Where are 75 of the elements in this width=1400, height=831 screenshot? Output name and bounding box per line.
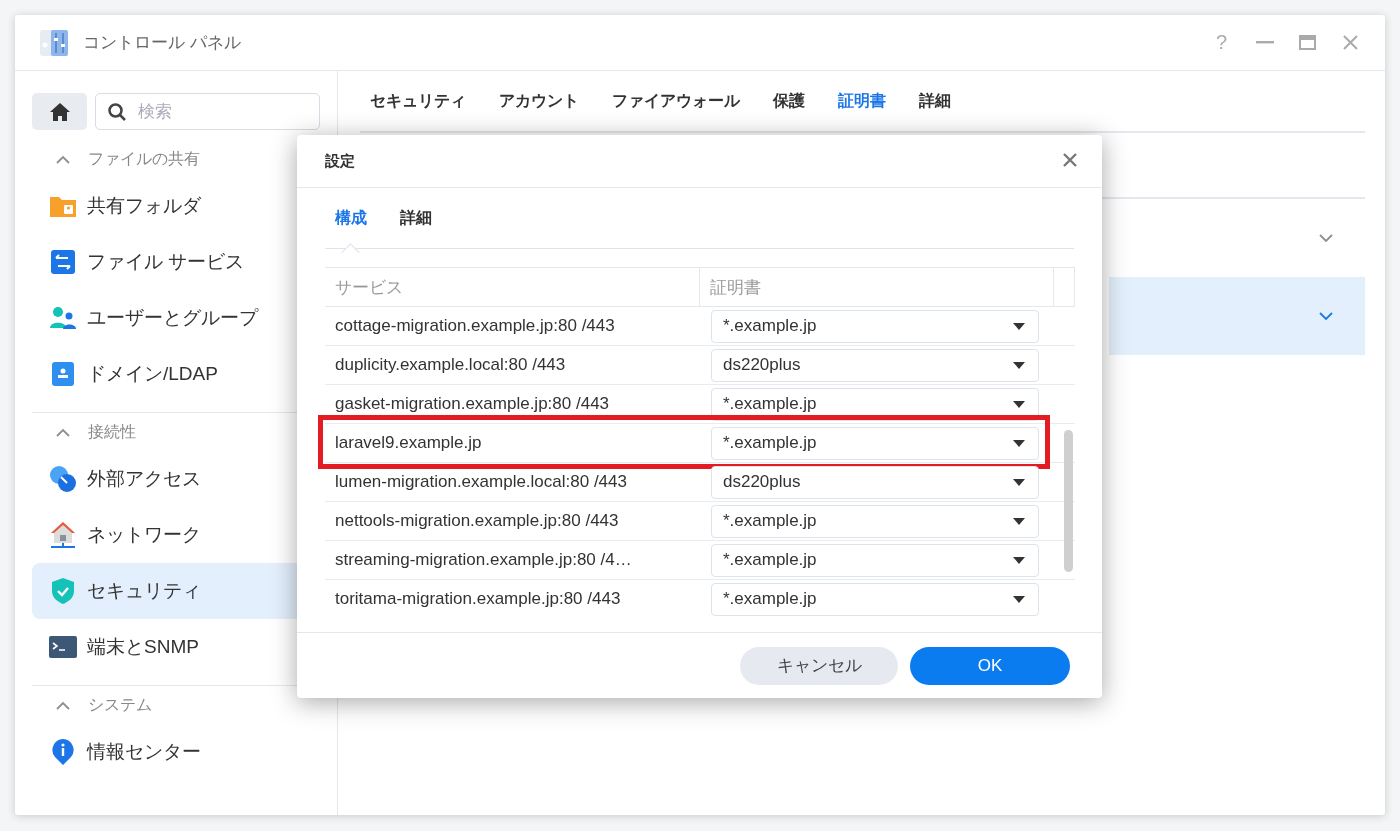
tab[interactable]: ファイアウォール: [612, 90, 740, 112]
scrollbar-thumb[interactable]: [1064, 430, 1073, 572]
search-placeholder: 検索: [138, 101, 172, 123]
column-header: サービス: [325, 268, 700, 306]
sidebar-item[interactable]: 情報センター: [32, 724, 297, 780]
certificate-dropdown[interactable]: ds220plus: [711, 465, 1039, 499]
caret-down-icon: [1013, 517, 1025, 525]
cancel-button[interactable]: キャンセル: [740, 646, 898, 685]
home-icon: [49, 102, 70, 121]
sidebar-item[interactable]: ユーザーとグループ: [32, 290, 297, 346]
close-icon: [1343, 35, 1358, 50]
tab[interactable]: 証明書: [838, 90, 886, 112]
arrows-icon: [49, 249, 77, 275]
caret-down-icon: [1013, 322, 1025, 330]
tab[interactable]: セキュリティ: [370, 90, 466, 112]
maximize-button[interactable]: [1297, 32, 1318, 53]
table-cell-text: laravel9.example.jp: [334, 433, 483, 453]
certificate-dropdown[interactable]: *.example.jp: [711, 426, 1039, 460]
caret-down-icon: [1013, 556, 1025, 564]
chevron-down-icon: [1319, 311, 1333, 321]
caret-down-icon: [1013, 400, 1025, 408]
chevron-up-icon[interactable]: [56, 700, 70, 710]
tab[interactable]: アカウント: [499, 90, 579, 112]
caret-down-icon: [1013, 439, 1025, 447]
tab[interactable]: 保護: [773, 90, 805, 112]
window-title: コントロール パネル: [83, 32, 241, 54]
info-icon: [49, 738, 77, 766]
section-header[interactable]: ファイルの共有: [88, 148, 200, 170]
section-header[interactable]: 接続性: [88, 421, 136, 443]
table-cell-text: lumen-migration.example.local:80 /443: [334, 472, 628, 492]
contact-card-icon: [49, 361, 77, 387]
certificate-dropdown[interactable]: *.example.jp: [711, 543, 1039, 577]
users-icon: [49, 306, 77, 330]
certificate-dropdown[interactable]: *.example.jp: [711, 309, 1039, 343]
caret-down-icon: [1013, 361, 1025, 369]
collapsible-panel[interactable]: [1109, 277, 1365, 355]
table-cell-text: toritama-migration.example.jp:80 /443: [334, 589, 622, 609]
caret-down-icon: [1013, 595, 1025, 603]
chevron-down-icon: [1319, 233, 1333, 243]
tab[interactable]: 構成: [335, 207, 367, 229]
sidebar-item[interactable]: 外部アクセス: [32, 451, 297, 507]
home-button[interactable]: [32, 93, 87, 130]
dialog-title: 設定: [325, 151, 355, 171]
table-cell-text: duplicity.example.local:80 /443: [334, 355, 567, 375]
table-cell-text: nettools-migration.example.jp:80 /443: [334, 511, 620, 531]
maximize-icon: [1299, 35, 1316, 50]
sidebar-item[interactable]: ファイル サービス: [32, 234, 297, 290]
certificate-dropdown[interactable]: ds220plus: [711, 348, 1039, 382]
tab[interactable]: 詳細: [400, 207, 432, 229]
folder-icon: [49, 194, 77, 218]
chevron-up-icon[interactable]: [56, 427, 70, 437]
table-cell-text: gasket-migration.example.jp:80 /443: [334, 394, 611, 414]
sidebar-item[interactable]: 端末とSNMP: [32, 619, 297, 675]
close-icon: [1062, 152, 1078, 168]
section-header[interactable]: システム: [88, 694, 152, 716]
table-cell-text: cottage-migration.example.jp:80 /443: [334, 316, 616, 336]
house-icon: [49, 521, 77, 549]
search-icon: [108, 102, 126, 121]
terminal-icon: [49, 636, 77, 658]
sliders-icon: [39, 28, 69, 57]
chevron-up-icon[interactable]: [56, 154, 70, 164]
certificate-dropdown[interactable]: *.example.jp: [711, 582, 1039, 616]
column-header: 証明書: [700, 268, 1054, 306]
sidebar-item[interactable]: ネットワーク: [32, 507, 297, 563]
shield-icon: [49, 577, 77, 605]
tab[interactable]: 詳細: [919, 90, 951, 112]
minimize-icon: [1255, 41, 1274, 44]
sidebar-item[interactable]: 共有フォルダ: [32, 178, 297, 234]
certificate-dropdown[interactable]: *.example.jp: [711, 504, 1039, 538]
sidebar-item[interactable]: セキュリティ: [32, 563, 297, 619]
table-cell-text: streaming-migration.example.jp:80 /4…: [334, 550, 633, 570]
sidebar-item[interactable]: ドメイン/LDAP: [32, 346, 297, 402]
ok-button[interactable]: OK: [910, 646, 1070, 685]
caret-down-icon: [1013, 478, 1025, 486]
globe-icon: [49, 465, 77, 493]
